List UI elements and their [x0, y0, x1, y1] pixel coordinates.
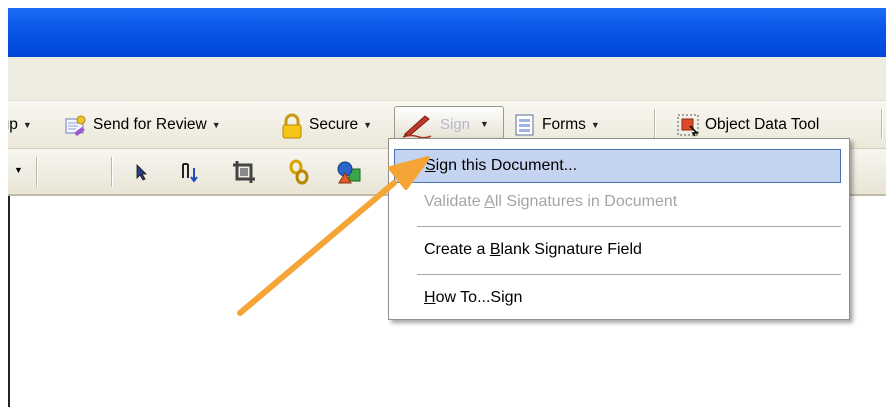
menu-item-text: lank Signature Field: [500, 241, 642, 258]
select-arrow-icon[interactable]: [127, 157, 157, 187]
toolbar-divider: [881, 109, 882, 139]
secure-label: Secure: [309, 115, 359, 133]
menu-separator: [417, 226, 841, 227]
menu-item-text: ll Signatures in Document: [494, 193, 678, 210]
menu-item-text: ow To...Sign: [435, 289, 523, 306]
menu-item-sign-this-document[interactable]: Sign this Document...: [394, 149, 841, 183]
menu-item-mnemonic: B: [489, 241, 501, 258]
forms-icon: [513, 113, 537, 137]
menu-item-how-to-sign[interactable]: How To...Sign: [394, 281, 841, 315]
crop-icon[interactable]: [229, 157, 259, 187]
send-for-review-label: Send for Review: [93, 115, 207, 133]
menu-separator: [417, 274, 841, 275]
menu-item-validate-all-signatures: Validate All Signatures in Document: [394, 185, 841, 219]
sign-button[interactable]: Sign ▼: [394, 106, 504, 142]
toolbar-divider: [654, 109, 655, 139]
menu-item-mnemonic: A: [484, 193, 495, 210]
text-select-icon[interactable]: [176, 157, 206, 187]
send-for-review-icon: [64, 113, 88, 137]
sign-label: Sign: [440, 115, 471, 133]
chevron-down-icon: ▼: [480, 119, 489, 129]
chevron-down-icon: ▼: [363, 119, 373, 130]
secure-button[interactable]: Secure ▼: [280, 101, 372, 148]
menu-item-mnemonic: H: [424, 289, 436, 306]
menu-item-text: Validate: [424, 193, 485, 210]
send-for-review-button[interactable]: Send for Review ▼: [64, 101, 221, 148]
menu-item-text: Create a: [424, 241, 490, 258]
comment-markup-label: Comment & Markup: [8, 115, 18, 133]
chevron-down-icon[interactable]: ▼: [14, 165, 23, 175]
menu-bar: [8, 57, 886, 101]
menu-item-mnemonic: S: [425, 157, 436, 174]
padlock-icon: [280, 113, 304, 138]
object-data-tool-label: Object Data Tool: [705, 115, 820, 133]
forms-label: Forms: [542, 115, 586, 133]
title-bar: [8, 8, 886, 57]
toolbar-divider: [36, 157, 37, 187]
chevron-down-icon: ▼: [590, 119, 600, 130]
sign-dropdown-menu: Sign this Document... Validate All Signa…: [388, 138, 850, 320]
menu-item-text: ign this Document...: [435, 157, 578, 174]
chevron-down-icon: ▼: [211, 119, 221, 130]
pen-icon: [401, 112, 435, 139]
3d-object-icon[interactable]: [334, 157, 364, 187]
toolbar-grip: [111, 157, 112, 187]
object-data-tool-icon: [676, 113, 700, 137]
menu-item-create-blank-signature-field[interactable]: Create a Blank Signature Field: [394, 233, 841, 267]
comment-markup-button[interactable]: Comment & Markup ▼: [8, 101, 32, 148]
link-tool-icon[interactable]: [284, 157, 314, 187]
chevron-down-icon: ▼: [22, 119, 32, 130]
